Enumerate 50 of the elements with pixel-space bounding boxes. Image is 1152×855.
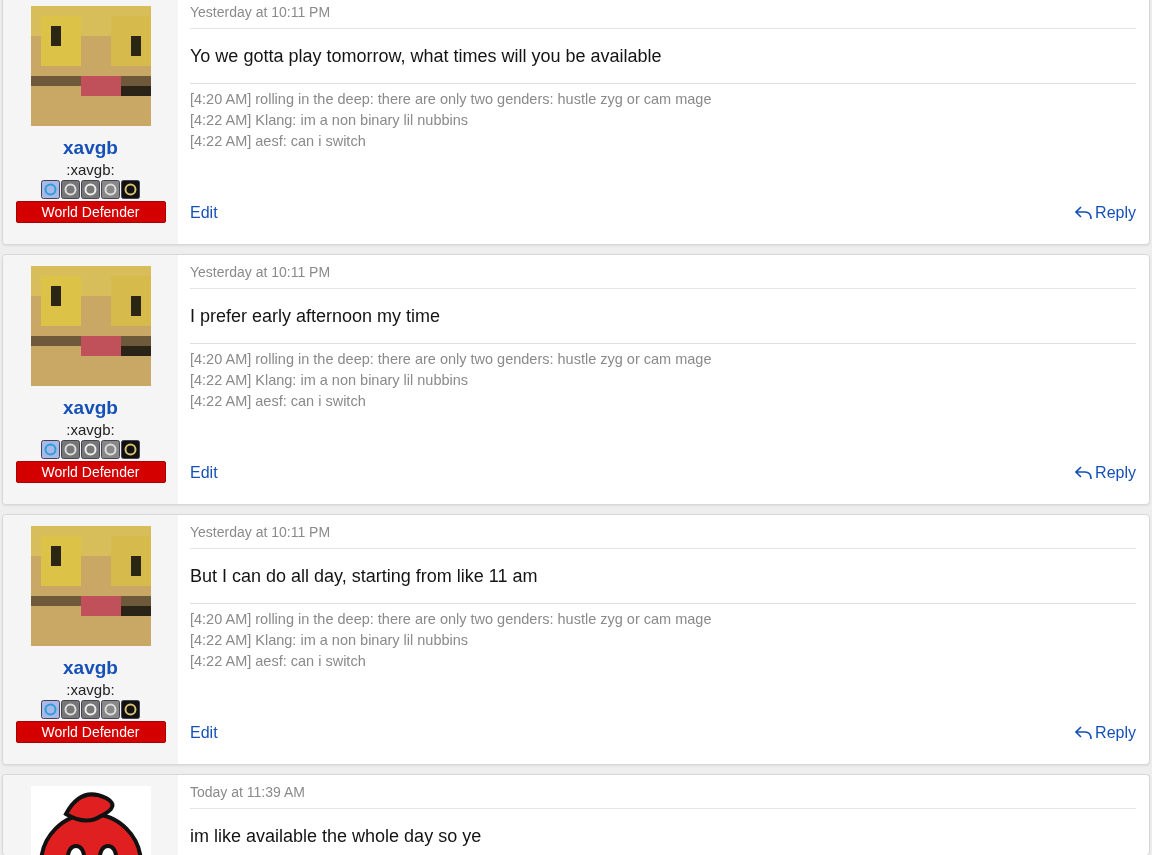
signature-line: [4:22 AM] Klang: im a non binary lil nubbins (190, 631, 470, 650)
edit-link[interactable]: Edit (190, 721, 218, 745)
badge-icon (41, 700, 60, 719)
edit-link[interactable]: Edit (190, 461, 218, 485)
username[interactable]: xavgb (63, 136, 118, 160)
user-title: :xavgb: (66, 420, 115, 440)
badge-icon (61, 700, 80, 719)
signature-line: [4:22 AM] aesf: can i switch (190, 132, 367, 151)
reply-icon (1075, 206, 1093, 220)
username[interactable]: xavgb (63, 656, 118, 680)
badge-icon (121, 700, 140, 719)
post-message: But I can do all day, starting from like 11 am (190, 549, 1136, 604)
badge-icon (41, 180, 60, 199)
reply-link[interactable]: Reply (1075, 461, 1136, 485)
badge-icon (81, 440, 100, 459)
user-title: :xavgb: (66, 160, 115, 180)
rank-banner: World Defender (15, 721, 166, 743)
edit-link[interactable]: Edit (190, 201, 218, 225)
badge-icon (41, 440, 60, 459)
badge-icon (121, 440, 140, 459)
signature-line: [4:20 AM] rolling in the deep: there are only two genders: hustle zyg or cam mage (190, 610, 713, 629)
post-timestamp: Today at 11:39 AM (190, 775, 1136, 809)
badge-icon (121, 180, 140, 199)
post-message: im like available the whole day so ye (190, 809, 1136, 855)
badge-icon (101, 700, 120, 719)
signature-line: [4:22 AM] aesf: can i switch (190, 392, 367, 411)
reply-link[interactable]: Reply (1075, 721, 1136, 745)
username[interactable]: xavgb (63, 396, 118, 420)
reply-icon (1075, 726, 1093, 740)
post-timestamp: Yesterday at 10:11 PM (190, 515, 1136, 549)
rank-banner: World Defender (15, 201, 166, 223)
badge-icon (81, 700, 100, 719)
post-message: Yo we gotta play tomorrow, what times will you be available (190, 29, 1136, 84)
signature-line: [4:20 AM] rolling in the deep: there are only two genders: hustle zyg or cam mage (190, 90, 713, 109)
post-timestamp: Yesterday at 10:11 PM (190, 0, 1136, 29)
post-message: I prefer early afternoon my time (190, 289, 1136, 344)
user-title: :xavgb: (66, 680, 115, 700)
badge-icon (101, 440, 120, 459)
signature-line: [4:22 AM] Klang: im a non binary lil nubbins (190, 371, 470, 390)
reply-icon (1075, 466, 1093, 480)
rank-banner: World Defender (15, 461, 166, 483)
signature-line: [4:22 AM] aesf: can i switch (190, 652, 367, 671)
post-timestamp: Yesterday at 10:11 PM (190, 255, 1136, 289)
badge-icon (81, 180, 100, 199)
badge-icon (101, 180, 120, 199)
signature-line: [4:20 AM] rolling in the deep: there are only two genders: hustle zyg or cam mage (190, 350, 713, 369)
reply-link[interactable]: Reply (1075, 201, 1136, 225)
signature-line: [4:22 AM] Klang: im a non binary lil nubbins (190, 111, 470, 130)
badge-icon (61, 440, 80, 459)
badge-icon (61, 180, 80, 199)
